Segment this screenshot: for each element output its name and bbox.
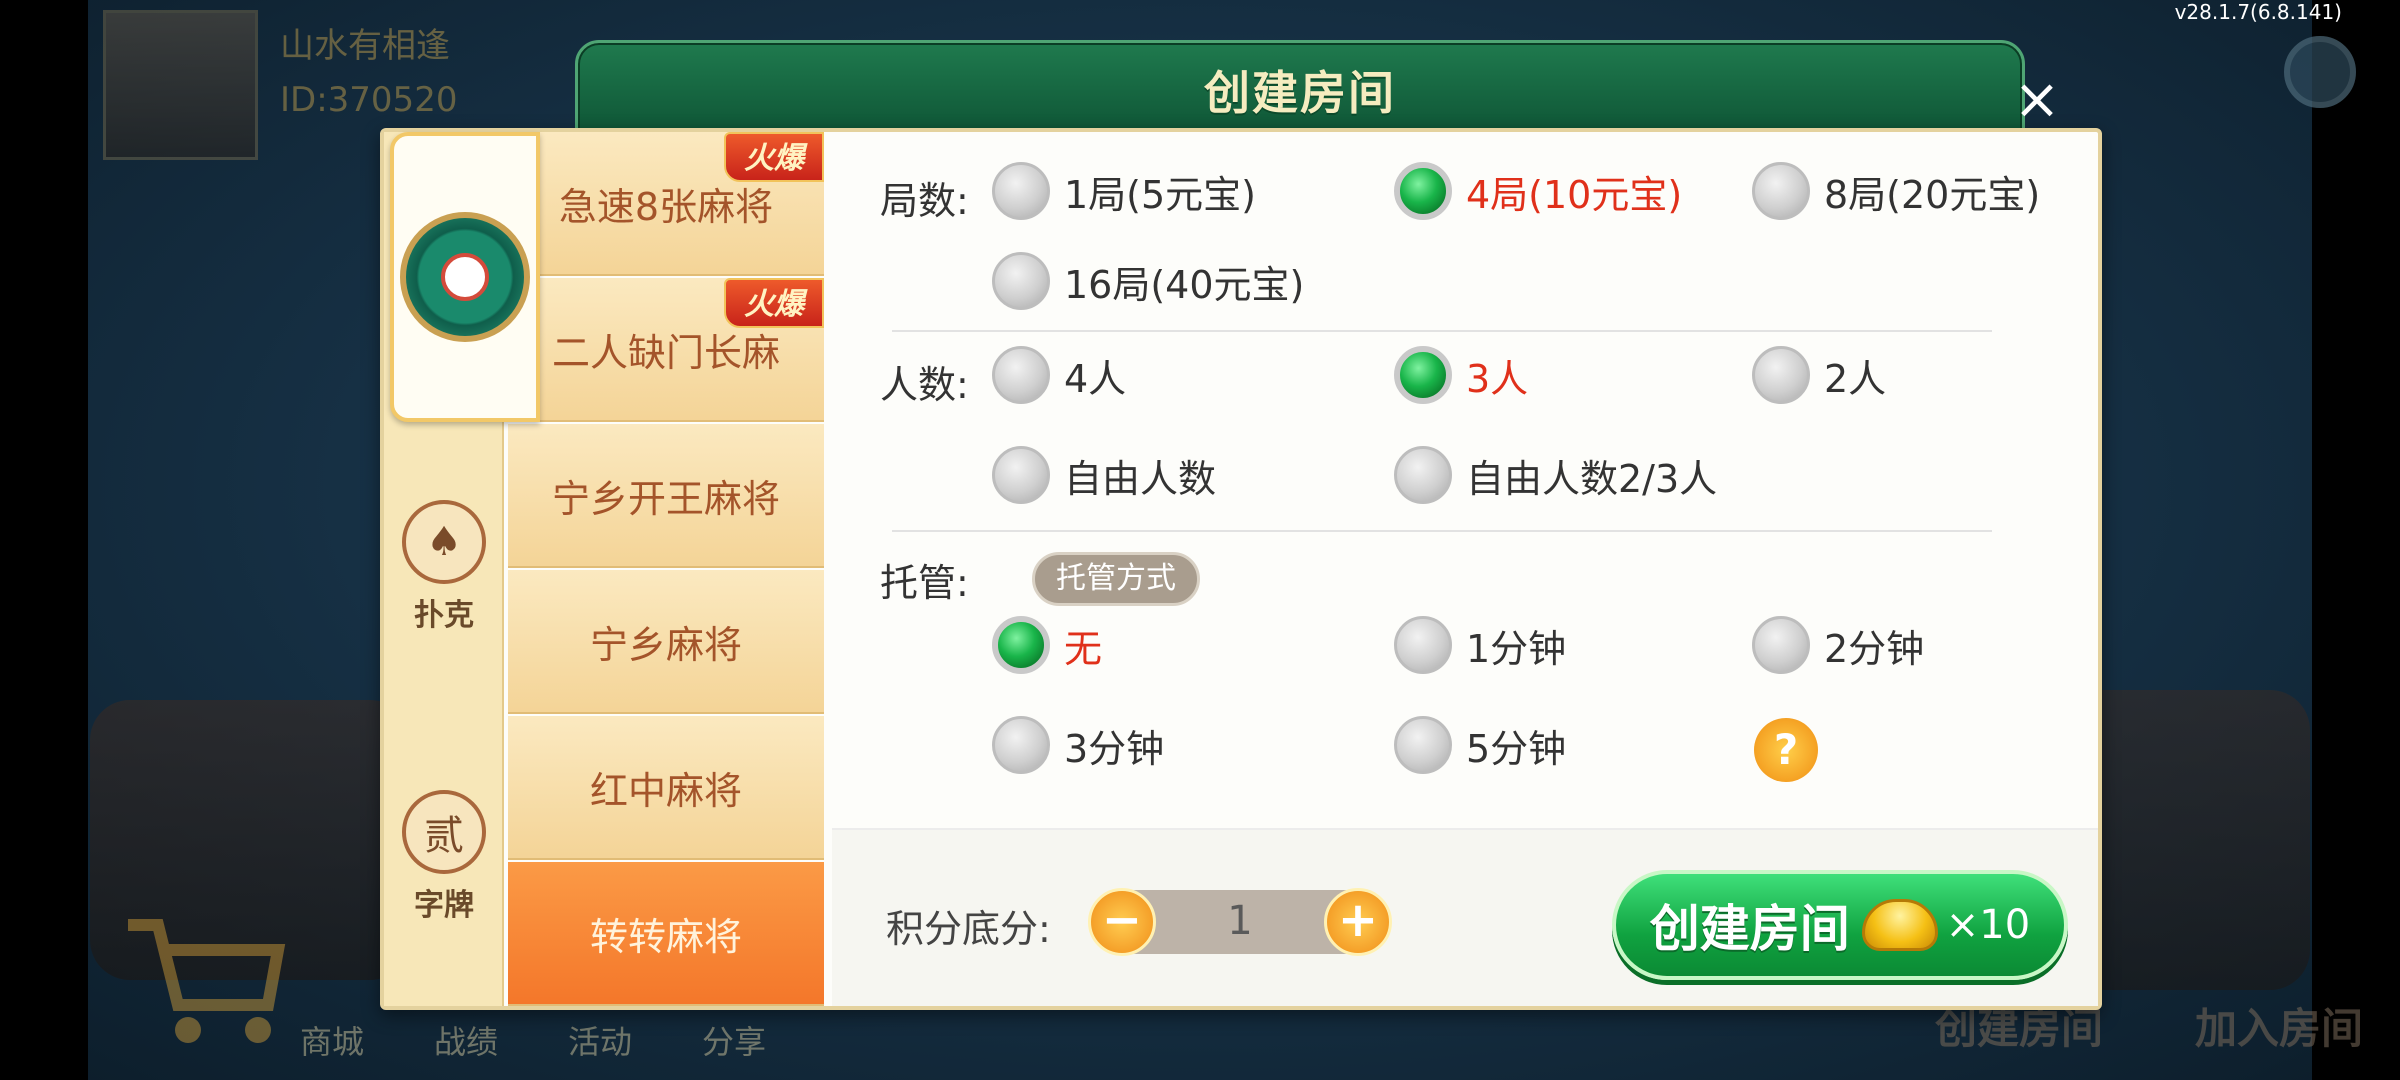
game-item[interactable]: 红中麻将 <box>508 716 824 860</box>
dialog-title: 创建房间 <box>1204 66 1396 120</box>
shopping-cart-icon[interactable] <box>118 905 288 1055</box>
tab-activity[interactable]: 活动 <box>568 1017 632 1063</box>
trustee-option[interactable]: 2分钟 <box>1752 616 1924 674</box>
trustee-label: 托管: <box>880 561 969 605</box>
radio-checked-icon <box>1394 346 1452 404</box>
radio-icon <box>992 446 1050 504</box>
category-label: 字牌 <box>414 888 474 923</box>
create-room-cost: ×10 <box>1945 902 2031 948</box>
trustee-option[interactable]: 1分钟 <box>1394 616 1566 674</box>
tab-records[interactable]: 战绩 <box>434 1017 498 1063</box>
plus-button[interactable]: + <box>1324 888 1392 956</box>
rounds-option[interactable]: 16局(40元宝) <box>992 252 1304 310</box>
game-item-selected[interactable]: 转转麻将 <box>508 862 824 1006</box>
dialog-panel: ♠ 扑克 贰 字牌 急速8张麻将 火爆 二人缺门长麻 火爆 宁乡开王麻将 宁乡麻… <box>380 128 2102 1010</box>
lobby-join-room-button[interactable]: 加入房间 <box>2195 995 2363 1056</box>
game-item[interactable]: 宁乡麻将 <box>508 570 824 714</box>
options-area: 局数: 1局(5元宝) 4局(10元宝) 8局(20元宝) 16局(40元宝) … <box>832 132 2098 1006</box>
category-poker[interactable]: ♠ 扑克 <box>384 422 504 712</box>
create-room-button[interactable]: 创建房间 ×10 <box>1612 870 2068 980</box>
radio-icon <box>1394 616 1452 674</box>
hot-badge: 火爆 <box>724 132 824 182</box>
category-zipai[interactable]: 贰 字牌 <box>384 712 504 1002</box>
trustee-mode-button[interactable]: 托管方式 <box>1032 552 1200 606</box>
trustee-option[interactable]: 5分钟 <box>1394 716 1566 774</box>
rounds-option[interactable]: 1局(5元宝) <box>992 162 1256 220</box>
players-option[interactable]: 自由人数2/3人 <box>1394 446 1717 504</box>
radio-icon <box>992 252 1050 310</box>
help-icon[interactable]: ? <box>1754 718 1818 782</box>
players-option-selected[interactable]: 3人 <box>1394 346 1528 404</box>
trustee-option-selected[interactable]: 无 <box>992 616 1102 674</box>
mahjong-emblem-icon <box>400 212 530 342</box>
radio-checked-icon <box>1394 162 1452 220</box>
game-label: 宁乡麻将 <box>589 622 742 667</box>
game-label: 急速8张麻将 <box>558 184 774 229</box>
game-list: 急速8张麻将 火爆 二人缺门长麻 火爆 宁乡开王麻将 宁乡麻将 红中麻将 转转麻… <box>508 132 824 1006</box>
radio-icon <box>992 716 1050 774</box>
divider <box>892 530 1992 532</box>
settings-gear-icon[interactable] <box>2284 36 2356 108</box>
radio-icon <box>1752 616 1810 674</box>
hot-badge: 火爆 <box>724 278 824 328</box>
trustee-option[interactable]: 3分钟 <box>992 716 1164 774</box>
game-item[interactable]: 二人缺门长麻 火爆 <box>508 278 824 422</box>
create-room-dialog: 创建房间 × ♠ 扑克 贰 字牌 急速8张麻将 火爆 二人缺门长麻 火爆 宁乡开… <box>380 40 2102 1010</box>
players-option[interactable]: 自由人数 <box>992 446 1216 504</box>
radio-icon <box>1752 162 1810 220</box>
create-room-label: 创建房间 <box>1649 900 1850 958</box>
divider <box>892 330 1992 332</box>
lobby-bottom-bar: 商城 战绩 活动 分享 <box>300 1000 2140 1080</box>
spade-icon: ♠ <box>402 500 486 584</box>
game-label: 红中麻将 <box>589 768 742 813</box>
dialog-footer: 积分底分: 1 − + 创建房间 ×10 <box>832 828 2098 1006</box>
tab-share[interactable]: 分享 <box>702 1017 766 1063</box>
rounds-option-selected[interactable]: 4局(10元宝) <box>1394 162 1682 220</box>
game-label: 宁乡开王麻将 <box>551 476 780 521</box>
dialog-title-bar: 创建房间 <box>575 40 2025 136</box>
game-item[interactable]: 宁乡开王麻将 <box>508 424 824 568</box>
category-label: 扑克 <box>414 598 474 633</box>
version-label: v28.1.7(6.8.141) <box>2174 0 2342 24</box>
radio-icon <box>1752 346 1810 404</box>
er-icon: 贰 <box>402 790 486 874</box>
player-avatar[interactable] <box>103 10 258 160</box>
minus-button[interactable]: − <box>1088 888 1156 956</box>
score-label: 积分底分: <box>886 907 1051 951</box>
rounds-label: 局数: <box>880 179 969 223</box>
players-label: 人数: <box>880 363 969 407</box>
radio-icon <box>1394 446 1452 504</box>
radio-checked-icon <box>992 616 1050 674</box>
left-letterbox <box>0 0 88 1080</box>
game-item[interactable]: 急速8张麻将 火爆 <box>508 132 824 276</box>
game-label: 二人缺门长麻 <box>551 330 780 375</box>
tab-store[interactable]: 商城 <box>300 1017 364 1063</box>
score-stepper[interactable]: 1 − + <box>1088 888 1392 956</box>
radio-icon <box>992 346 1050 404</box>
gold-ingot-icon <box>1861 899 1938 951</box>
players-option[interactable]: 2人 <box>1752 346 1886 404</box>
players-option[interactable]: 4人 <box>992 346 1126 404</box>
category-mahjong[interactable] <box>390 132 540 422</box>
game-label: 转转麻将 <box>589 914 742 959</box>
radio-icon <box>1394 716 1452 774</box>
rounds-option[interactable]: 8局(20元宝) <box>1752 162 2040 220</box>
radio-icon <box>992 162 1050 220</box>
right-letterbox <box>2312 0 2400 1080</box>
